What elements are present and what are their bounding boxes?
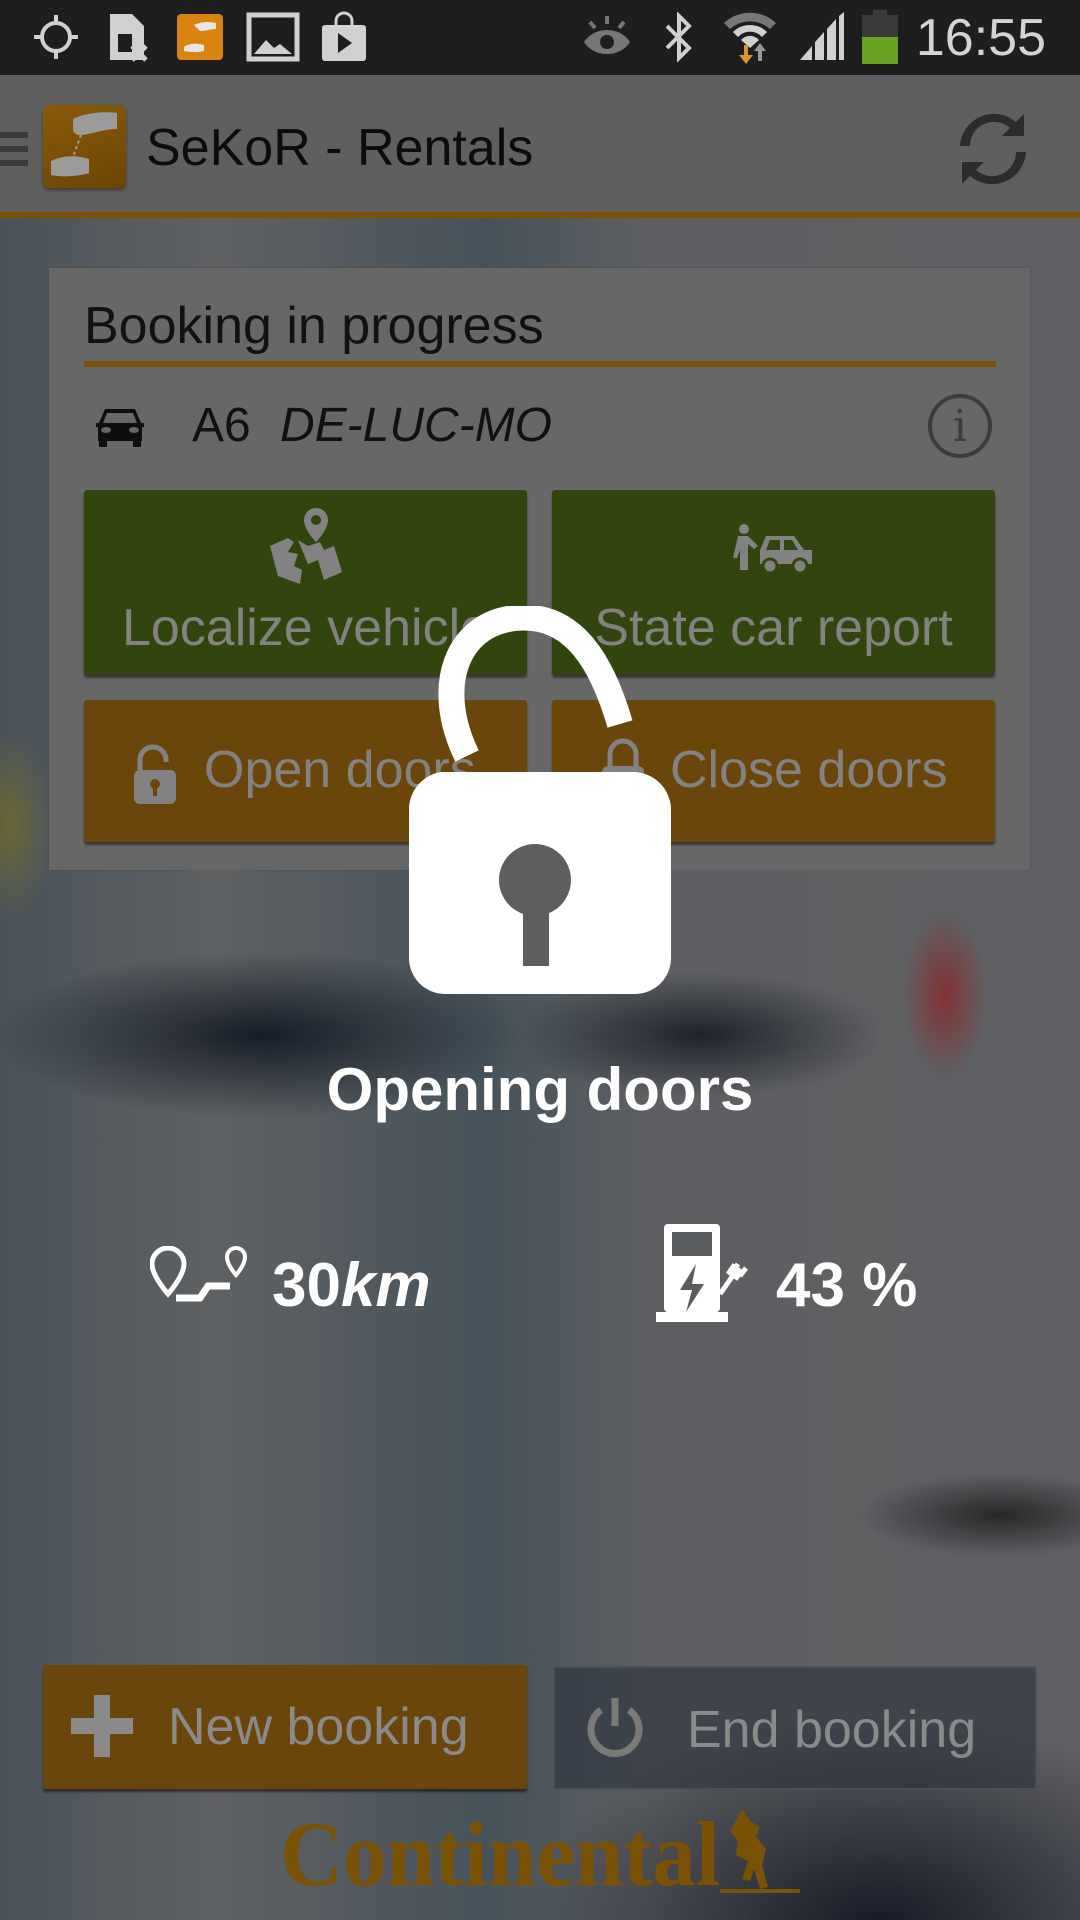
car-icon — [95, 405, 145, 447]
vehicle-model: A6 — [192, 399, 251, 452]
booking-card-title: Booking in progress — [84, 297, 544, 355]
vehicle-plate: DE-LUC-MO — [280, 399, 552, 452]
logo-wordmark: Continental — [280, 1805, 720, 1905]
rearing-horse-icon — [730, 1809, 768, 1889]
map-pin-icon — [266, 506, 346, 586]
cell-signal-icon — [798, 12, 846, 62]
app-title: SeKoR - Rentals — [146, 119, 534, 177]
info-icon: i — [952, 400, 968, 452]
range-value: 30km — [272, 1250, 431, 1321]
status-bar: 16:55 — [0, 0, 1080, 75]
close-doors-label: Close doors — [670, 741, 948, 799]
new-booking-button[interactable]: New booking — [43, 1665, 527, 1789]
info-button[interactable]: i — [928, 394, 992, 458]
end-booking-label: End booking — [687, 1701, 977, 1759]
bluetooth-icon — [662, 12, 696, 62]
power-icon — [585, 1696, 645, 1760]
card-title-underline — [84, 361, 996, 367]
plus-icon — [71, 1695, 133, 1757]
smart-stay-eye-icon — [580, 12, 634, 62]
wifi-icon — [722, 12, 778, 64]
play-store-icon — [320, 11, 368, 62]
new-booking-label: New booking — [168, 1698, 469, 1756]
menu-icon[interactable] — [0, 132, 28, 166]
range-number: 30 — [272, 1251, 341, 1320]
unlocked-padlock-icon — [132, 744, 178, 804]
clock-time: 16:55 — [915, 9, 1046, 67]
gps-icon — [30, 12, 82, 62]
refresh-icon[interactable] — [958, 112, 1028, 186]
charge-value: 43 % — [776, 1251, 918, 1320]
continental-logo: Continental — [280, 1803, 800, 1910]
gallery-icon — [246, 12, 300, 62]
app-notification-icon — [177, 14, 223, 60]
end-booking-button[interactable]: End booking — [553, 1666, 1037, 1790]
route-distance-icon — [149, 1245, 252, 1308]
overlay-status-text: Opening doors — [326, 1056, 754, 1123]
charging-station-icon — [656, 1224, 752, 1322]
action-bar-divider — [0, 212, 1080, 218]
app-logo-icon[interactable] — [43, 105, 126, 188]
unlocked-padlock-icon — [405, 604, 675, 994]
car-repair-icon — [732, 524, 816, 575]
battery-icon — [862, 10, 898, 64]
sim-missing-icon — [108, 12, 152, 62]
range-unit: km — [340, 1251, 431, 1320]
